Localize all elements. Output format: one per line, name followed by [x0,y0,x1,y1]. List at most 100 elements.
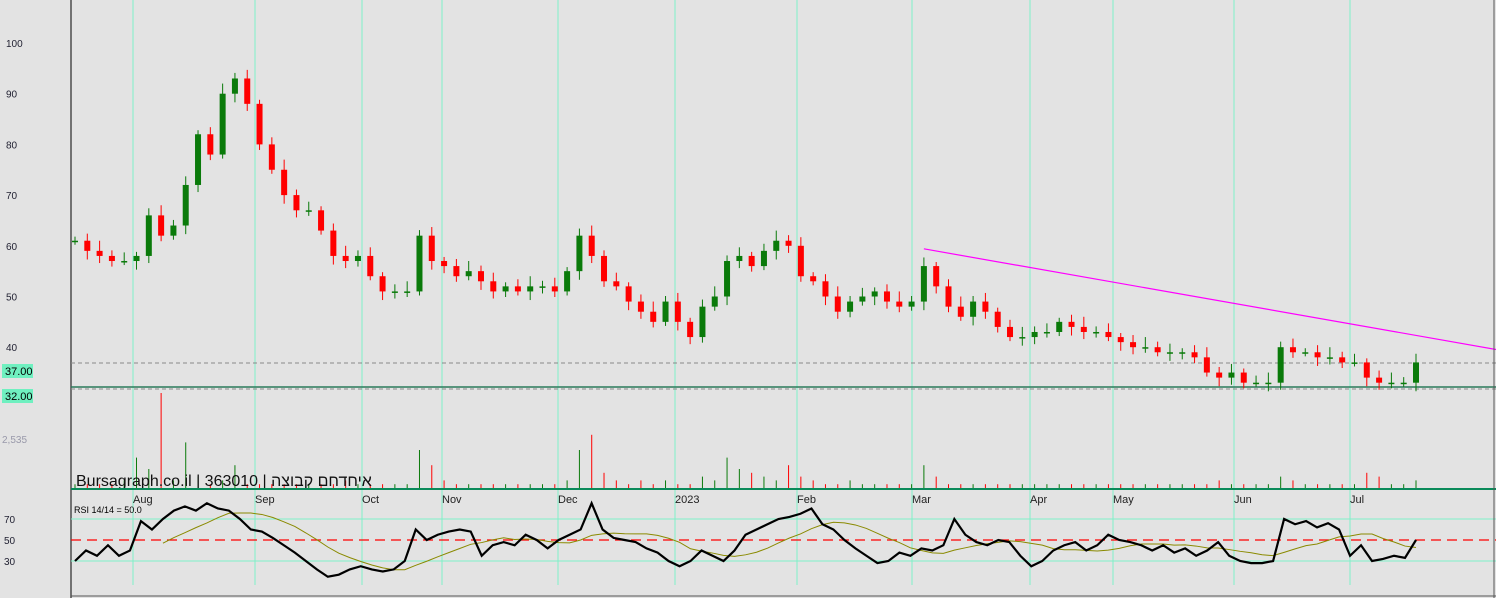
candle-body [920,266,927,302]
candle-body [1314,352,1321,358]
candle-body [1179,352,1186,354]
candle-body [268,144,275,170]
candle-body [883,291,890,302]
chart-background [0,0,1496,598]
month-label: 2023 [675,494,699,506]
month-label: May [1113,494,1134,506]
candle-body [1191,352,1198,358]
candle-body [1130,342,1137,348]
candle-body [576,235,583,272]
candle-body [736,255,743,262]
candle-body [207,134,214,155]
candle-body [1043,331,1050,334]
candle-body [1265,382,1272,385]
candle-body [477,271,484,282]
y-tick-label: 50 [6,293,18,304]
candle-body [1056,321,1063,332]
candle-body [773,240,780,251]
candle-body [1289,347,1296,353]
month-label: Mar [912,494,931,506]
candle-body [662,301,669,322]
current-price-label: 37.00 [5,366,33,378]
candle-body [1154,347,1161,353]
candle-body [613,281,620,287]
rsi-label: RSI 14/14 = 50.0 [74,505,142,515]
candle-body [859,296,866,302]
candle-body [871,291,878,297]
candle-body [1240,372,1247,383]
candle-body [465,271,472,277]
candle-body [170,225,177,236]
candle-body [637,301,644,312]
candle-body [1277,347,1284,383]
candle-body [1019,337,1026,339]
candle-body [724,261,731,297]
candle-body [625,286,632,302]
candle-body [391,291,398,293]
candle-body [1031,331,1038,338]
candle-body [514,286,521,292]
candle-body [785,240,792,246]
rsi-tick-label: 30 [4,557,16,568]
candle-body [810,276,817,282]
candle-body [564,271,571,292]
candle-body [1007,326,1014,338]
candle-body [674,301,681,322]
candle-body [1105,331,1112,338]
candle-body [551,286,558,292]
candle-body [982,301,989,312]
candle-body [1093,331,1100,334]
candle-body [699,306,706,338]
candle-body [1400,382,1407,385]
y-tick-label: 100 [6,39,23,50]
candle-body [1142,347,1149,349]
candle-body [342,255,349,262]
candle-body [1080,326,1087,332]
candle-body [281,169,288,196]
candle-body [96,250,103,256]
candle-body [711,296,718,307]
y-tick-label: 90 [6,90,18,101]
candle-body [1216,372,1223,378]
candle-body [822,281,829,297]
month-label: Oct [362,494,379,506]
volume-axis-label: 2,535 [2,435,27,446]
candle-body [957,306,964,317]
candle-body [195,134,202,185]
candle-body [354,255,361,262]
candle-body [453,266,460,277]
y-tick-label: 70 [6,191,18,202]
candle-body [748,255,755,267]
candle-body [404,291,411,293]
candle-body [970,301,977,317]
candle-body [1413,362,1419,383]
candle-body [760,250,767,267]
candle-body [1363,362,1370,378]
candle-body [158,215,165,236]
candle-body [1203,357,1210,373]
month-label: Sep [255,494,275,506]
candle-body [1228,372,1235,378]
month-label: Nov [442,494,462,506]
month-label: Apr [1030,494,1047,506]
candle-body [834,296,841,312]
candle-body [539,286,546,288]
candle-body [219,93,226,155]
candle-body [441,261,448,267]
candle-body [933,266,940,287]
month-label: Jun [1234,494,1252,506]
low-price-label: 32.00 [5,391,33,403]
candle-body [1339,357,1346,363]
chart-title: Bursagraph.co.il | 363010 | איחדחם קבוצה [76,473,372,490]
candle-body [256,103,263,145]
candle-body [305,210,312,212]
candle-body [1068,321,1075,327]
candle-body [908,301,915,307]
candle-body [1376,377,1383,383]
candle-body [1326,357,1333,359]
candle-body [1166,352,1173,354]
candle-body [797,245,804,277]
rsi-tick-label: 50 [4,536,16,547]
candle-body [121,261,128,263]
candle-body [847,301,854,312]
